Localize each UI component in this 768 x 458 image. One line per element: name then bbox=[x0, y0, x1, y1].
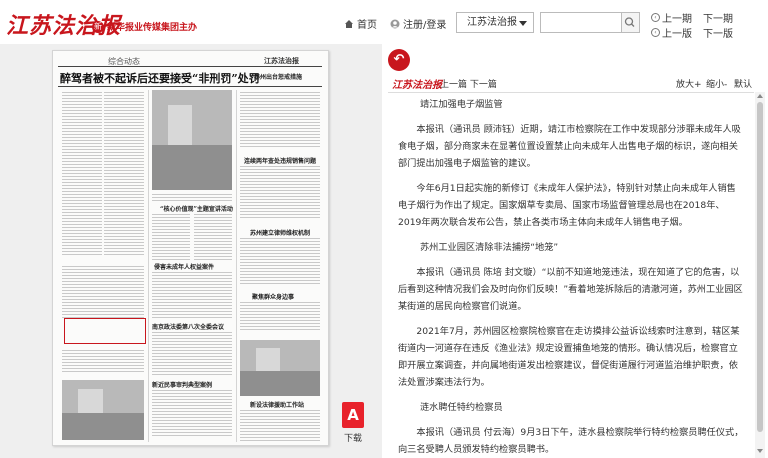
news-photo bbox=[152, 90, 232, 190]
paper-select[interactable]: 江苏法治报 bbox=[456, 12, 534, 33]
news-photo bbox=[240, 340, 320, 396]
search-button[interactable] bbox=[622, 12, 640, 33]
page-brand: 江苏法治报 bbox=[264, 57, 299, 65]
article-subheading: 靖江加强电子烟监管 bbox=[420, 99, 503, 110]
page-subheadline[interactable]: “核心价值观”主题宣讲活动 bbox=[160, 204, 233, 213]
toolbar-divider bbox=[388, 92, 754, 93]
zoom-default-button[interactable]: 默认 bbox=[734, 77, 752, 90]
next-issue-label: 下一期 bbox=[703, 14, 733, 25]
page-subheadline[interactable]: 泰州出台惩戒措施 bbox=[254, 72, 302, 81]
news-photo bbox=[62, 380, 144, 440]
text-column bbox=[104, 92, 144, 257]
text-column bbox=[152, 390, 232, 438]
pdf-download-button[interactable]: A 下载 bbox=[338, 402, 368, 450]
page-subheadline[interactable]: 南京政法委第八次全委会议 bbox=[152, 322, 224, 331]
zoom-in-button[interactable]: 放大+ bbox=[676, 77, 702, 90]
prev-issue-label: 上一期 bbox=[662, 14, 692, 25]
login-label: 注册/登录 bbox=[403, 20, 447, 31]
home-icon bbox=[345, 19, 353, 28]
text-column bbox=[62, 92, 102, 257]
page-subheadline[interactable]: 新近民事审判典型案例 bbox=[152, 380, 212, 389]
next-page-link[interactable]: 下一版 bbox=[703, 25, 733, 40]
text-column bbox=[62, 350, 144, 374]
page-subheadline[interactable]: 聚焦群众身边事 bbox=[252, 292, 294, 301]
article-paragraph: 本报讯（通讯员 陈培 封文璇）“以前不知道地笼违法，现在知道了它的危害，以后看到… bbox=[398, 267, 743, 312]
login-link[interactable]: 注册/登录 bbox=[390, 16, 446, 31]
home-label: 首页 bbox=[357, 20, 377, 31]
article-prev-next[interactable]: 上一篇 下一篇 bbox=[440, 77, 497, 90]
scroll-down-arrow-icon[interactable] bbox=[757, 449, 763, 453]
next-page-label: 下一版 bbox=[703, 29, 733, 40]
text-column bbox=[62, 266, 144, 320]
text-column bbox=[152, 214, 190, 262]
article-paragraph: 2021年7月，苏州园区检察院检察官在走访摸排公益诉讼线索时注意到，辖区某街道内… bbox=[398, 326, 740, 388]
column-divider bbox=[236, 90, 237, 442]
article-body: 靖江加强电子烟监管本报讯（通讯员 顾沛钰）近期，靖江市检察院在工作中发现部分涉罪… bbox=[398, 96, 744, 458]
column-divider bbox=[148, 90, 149, 442]
publisher-tagline: 新 新华报业传媒集团主办 bbox=[92, 20, 197, 33]
text-column bbox=[194, 214, 232, 262]
article-paragraph: 本报讯（通讯员 顾沛钰）近期，靖江市检察院在工作中发现部分涉罪未成年人吸食电子烟… bbox=[398, 124, 741, 169]
article-subheading: 苏州工业园区清除非法捕捞“地笼” bbox=[420, 242, 559, 253]
text-column bbox=[240, 166, 320, 220]
text-column bbox=[152, 194, 232, 203]
text-column bbox=[152, 332, 232, 377]
scroll-up-arrow-icon[interactable] bbox=[757, 94, 763, 98]
article-subheading: 涟水聘任特约检察员 bbox=[420, 402, 503, 413]
prev-page-link[interactable]: ‹ 上一版 bbox=[651, 25, 692, 40]
selected-article-box[interactable] bbox=[64, 318, 146, 344]
arrow-left-circle-icon: ‹ bbox=[651, 28, 660, 37]
page-rule bbox=[58, 86, 322, 87]
back-arrow-icon[interactable]: ↶ bbox=[388, 49, 410, 71]
prev-issue-link[interactable]: ‹ 上一期 bbox=[651, 10, 692, 25]
page-subheadline[interactable]: 新设法律援助工作站 bbox=[250, 400, 304, 409]
article-paragraph: 本报讯（通讯员 付云海）9月3日下午，涟水县检察院举行特约检察员聘任仪式，向三名… bbox=[398, 427, 744, 455]
top-bar: 江苏法治报 新 新华报业传媒集团主办 首页 注册/登录 江苏法治报 ‹ 上一期 … bbox=[0, 0, 768, 44]
search-input[interactable] bbox=[540, 12, 622, 33]
article-paragraph: 今年6月1日起实施的新修订《未成年人保护法》，特别针对禁止向未成年人销售电子烟行… bbox=[398, 183, 736, 228]
chevron-down-icon bbox=[519, 21, 527, 26]
publisher-tagline-text: 新华报业传媒集团主办 bbox=[107, 23, 198, 33]
scrollbar-thumb[interactable] bbox=[757, 102, 763, 432]
paper-select-value: 江苏法治报 bbox=[467, 17, 517, 28]
publisher-seal-icon: 新 bbox=[92, 20, 104, 33]
page-subheadline[interactable]: 侵害未成年人权益案件 bbox=[154, 262, 214, 271]
text-column bbox=[240, 238, 320, 286]
prev-page-label: 上一版 bbox=[662, 29, 692, 40]
next-issue-link[interactable]: 下一期 bbox=[703, 10, 733, 25]
search-icon bbox=[624, 17, 635, 27]
download-label: 下载 bbox=[343, 434, 362, 444]
pdf-icon: A bbox=[342, 402, 364, 428]
zoom-out-button[interactable]: 缩小- bbox=[706, 77, 727, 90]
text-column bbox=[152, 272, 232, 320]
text-column bbox=[240, 302, 320, 332]
page-subheadline[interactable]: 苏州建立律师维权机制 bbox=[250, 228, 310, 237]
page-headline[interactable]: 醉驾者被不起诉后还要接受“非刑罚”处罚 bbox=[60, 70, 260, 86]
text-column bbox=[240, 92, 320, 149]
user-icon bbox=[390, 19, 400, 28]
home-link[interactable]: 首页 bbox=[344, 16, 377, 31]
text-column bbox=[240, 410, 320, 443]
article-brand-logo: 江苏法治报 bbox=[392, 80, 442, 91]
page-subheadline[interactable]: 连续两年查处违规销售问题 bbox=[244, 156, 316, 165]
arrow-left-circle-icon: ‹ bbox=[651, 13, 660, 22]
page-rule bbox=[58, 66, 322, 67]
